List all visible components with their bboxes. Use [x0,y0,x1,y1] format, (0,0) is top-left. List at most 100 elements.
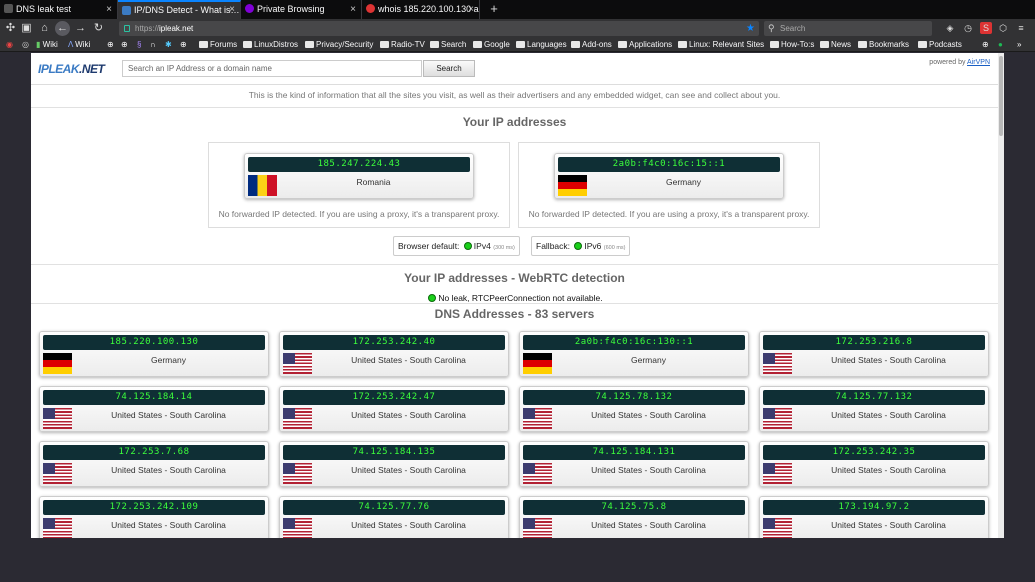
folder-icon [858,41,867,48]
badge-ms: (300 ms) [493,245,515,251]
bookmark-bookmarks[interactable]: Bookmarks [858,39,909,51]
bookmark-applications[interactable]: Applications [618,39,672,51]
dns-ip-value[interactable]: 172.253.242.109 [43,500,265,515]
divider [31,107,998,108]
bookmark-favicon[interactable]: ⊕ [982,39,989,51]
country-name: United States - South Carolina [351,410,466,420]
bookmark-google[interactable]: Google [473,39,510,51]
dns-ip-value[interactable]: 2a0b:f4c0:16c:130::1 [523,335,745,350]
usa-flag-icon [283,353,312,374]
bookmark-add-ons[interactable]: Add-ons [571,39,612,51]
country-name: Germany [631,355,666,365]
dns-card: 172.253.242.109 United States - South Car… [39,496,269,538]
dns-ip-value[interactable]: 185.220.100.130 [43,335,265,350]
bookmark-privacy-security[interactable]: Privacy/Security [305,39,373,51]
close-icon[interactable]: × [106,0,112,19]
bookmark-wiki[interactable]: ▮ Wiki [36,39,58,51]
tab-dns-leak-test[interactable]: DNS leak test × [0,0,118,19]
bookmark-search[interactable]: Search [430,39,466,51]
clock-icon[interactable]: ◷ [962,22,974,34]
bookmark-favicon[interactable]: § [137,39,141,51]
spotify-icon[interactable]: ● [998,39,1003,51]
tab-label: Private Browsing [257,4,325,14]
usa-flag-icon [763,463,792,484]
addon-icon[interactable]: ⬡ [997,22,1009,34]
ip-card: 2a0b:f4c0:16c:15::1 Germany [554,153,784,199]
bookmark-favicon[interactable]: ◎ [22,39,29,51]
puzzle-icon[interactable]: ▣ [19,21,34,36]
page-scrollbar[interactable] [998,53,1004,538]
shield-icon[interactable]: ◈ [944,22,956,34]
dns-ip-value[interactable]: 74.125.77.76 [283,500,505,515]
extension-icon[interactable]: ✣ [3,21,18,36]
dns-ip-value[interactable]: 172.253.7.68 [43,445,265,460]
bookmark-favicon[interactable]: ⊕ [180,39,187,51]
forward-button[interactable]: → [73,21,88,36]
country-name: United States - South Carolina [591,465,706,475]
menu-icon[interactable]: ≡ [1015,22,1027,34]
dns-card: 172.253.7.68 United States - South Caroli… [39,441,269,487]
country-name: United States - South Carolina [111,410,226,420]
dns-ip-value[interactable]: 74.125.184.135 [283,445,505,460]
bookmark-favicon[interactable]: ◉ [6,39,13,51]
divider [31,303,998,304]
bookmark-favicon[interactable]: ∩ [150,39,156,51]
airvpn-link[interactable]: AirVPN [967,59,990,66]
bookmark-languages[interactable]: Languages [516,39,567,51]
url-bar[interactable]: https://ipleak.net ★ [119,21,759,36]
dns-ip-value[interactable]: 74.125.75.8 [523,500,745,515]
dns-ip-value[interactable]: 172.253.242.35 [763,445,985,460]
ip-search-input[interactable]: Search an IP Address or a domain name [122,60,422,77]
browser-default-badge: Browser default: IPv4 (300 ms) [393,236,520,256]
back-button[interactable]: ← [55,21,70,36]
close-icon[interactable]: × [350,0,356,19]
bookmark-star-icon[interactable]: ★ [746,21,755,36]
status-ok-icon [574,242,583,250]
scrollbar-thumb[interactable] [999,56,1003,136]
ip-value[interactable]: 185.247.224.43 [248,157,470,172]
dns-ip-value[interactable]: 173.194.97.2 [763,500,985,515]
country-name: United States - South Carolina [351,520,466,530]
bookmark-podcasts[interactable]: Podcasts [918,39,962,51]
new-tab-button[interactable]: + [487,0,501,19]
tab-ipleak[interactable]: IP/DNS Detect - What is… × [118,0,241,19]
close-icon[interactable]: × [468,0,474,19]
dns-ip-value[interactable]: 172.253.242.40 [283,335,505,350]
addon-icon[interactable]: S [980,22,992,34]
bookmark-label: Languages [527,40,567,49]
home-icon[interactable]: ⌂ [37,21,52,36]
badge-label: Browser default: [398,241,460,251]
ipleak-logo[interactable]: IPLEAK.NET [38,62,105,76]
reload-button[interactable]: ↻ [91,21,106,36]
dns-ip-value[interactable]: 74.125.184.131 [523,445,745,460]
tab-whois[interactable]: whois 185.220.100.130 a… × [362,0,480,19]
bookmark-wiki-2[interactable]: Λ Wiki [68,39,90,51]
bookmark-label: Forums [210,40,238,49]
dns-ip-value[interactable]: 74.125.77.132 [763,390,985,405]
bookmark-radio-tv[interactable]: Radio-TV [380,39,425,51]
bookmark-linux-relevant-sites[interactable]: Linux: Relevant Sites [678,39,764,51]
badge-proto: IPv6 [584,241,602,251]
tab-bar: DNS leak test × IP/DNS Detect - What is…… [0,0,1035,19]
ip-value[interactable]: 2a0b:f4c0:16c:15::1 [558,157,780,172]
country-name: Germany [666,177,701,187]
bookmark-linuxdistros[interactable]: LinuxDistros [243,39,298,51]
dns-ip-value[interactable]: 74.125.184.14 [43,390,265,405]
search-button[interactable]: Search [423,60,475,77]
tab-label: whois 185.220.100.130 a… [378,4,480,14]
tab-private-browsing[interactable]: Private Browsing × [241,0,362,19]
usa-flag-icon [283,518,312,538]
bookmark-how-tos[interactable]: How-To:s [770,39,814,51]
bookmark-forums[interactable]: Forums [199,39,237,51]
bookmark-news[interactable]: News [820,39,851,51]
bookmark-favicon[interactable]: ⊕ [107,39,114,51]
bookmark-favicon[interactable]: ⊕ [121,39,128,51]
browser-search-box[interactable]: ⚲ Search [764,21,932,36]
close-icon[interactable]: × [229,2,235,18]
overflow-chevron-icon[interactable]: » [1017,39,1021,51]
country-name: United States - South Carolina [111,465,226,475]
dns-ip-value[interactable]: 172.253.242.47 [283,390,505,405]
bookmark-favicon[interactable]: ✱ [165,39,172,51]
dns-ip-value[interactable]: 172.253.216.8 [763,335,985,350]
dns-ip-value[interactable]: 74.125.78.132 [523,390,745,405]
